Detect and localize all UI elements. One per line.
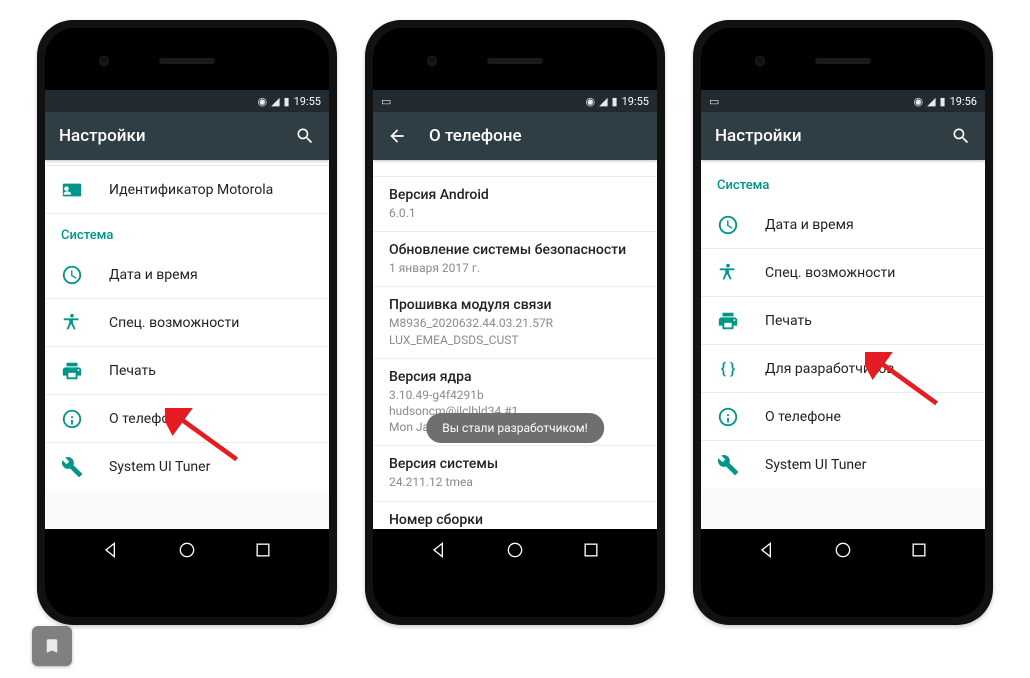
settings-item-accessibility[interactable]: Спец. возможности <box>45 299 329 347</box>
cellular-signal-icon: ◢ <box>927 96 935 107</box>
settings-item-label: Спец. возможности <box>109 315 239 331</box>
info-subtitle: M8936_2020632.44.03.21.57R LUX_EMEA_DSDS… <box>389 315 641 347</box>
battery-icon: ▮ <box>940 96 946 107</box>
info-title: Номер сборки <box>389 512 641 528</box>
wrench-icon <box>61 456 83 478</box>
section-header-system: Система <box>701 160 985 201</box>
about-item-build-number[interactable]: Номер сборки MPDS24.107-52-11 <box>373 502 657 530</box>
phone-mockup-1: ◉ ◢ ▮ 19:55 Настройки <box>37 20 337 625</box>
id-card-icon <box>61 179 83 201</box>
battery-icon: ▮ <box>284 96 290 107</box>
phone-mockup-2: ▭ ◉ ◢ ▮ 19:55 О телефоне <box>365 20 665 625</box>
about-item-system-version[interactable]: Версия системы 24.211.12 tmea <box>373 446 657 501</box>
bookmark-button[interactable] <box>32 626 72 666</box>
status-bar: ▭ ◉ ◢ ▮ 19:56 <box>701 90 985 112</box>
settings-item-label: О телефоне <box>765 409 841 425</box>
settings-item-label: Спец. возможности <box>765 265 895 281</box>
info-subtitle: 6.0.1 <box>389 205 641 221</box>
toolbar: О телефоне <box>373 112 657 160</box>
settings-item-label: Для разработчиков <box>765 361 894 377</box>
battery-icon: ▮ <box>612 96 618 107</box>
nav-home-icon[interactable] <box>832 539 854 561</box>
settings-item-system-ui-tuner[interactable]: System UI Tuner <box>701 441 985 489</box>
location-icon: ◉ <box>913 96 923 107</box>
settings-item-accessibility[interactable]: Спец. возможности <box>701 249 985 297</box>
section-header-system: Система <box>45 214 329 251</box>
info-title: Версия ядра <box>389 369 641 385</box>
phone-mockup-3: ▭ ◉ ◢ ▮ 19:56 Настройки <box>693 20 993 625</box>
nav-recent-icon[interactable] <box>580 539 602 561</box>
settings-item-developer-options[interactable]: { } Для разработчиков <box>701 345 985 393</box>
toolbar-title: О телефоне <box>429 126 643 146</box>
system-navbar <box>45 529 329 571</box>
nav-recent-icon[interactable] <box>252 539 274 561</box>
wrench-icon <box>717 454 739 476</box>
status-bar: ◉ ◢ ▮ 19:55 <box>45 90 329 112</box>
toast-message: Вы стали разработчиком! <box>426 413 604 443</box>
search-icon[interactable] <box>951 126 971 146</box>
settings-item-label: Печать <box>765 313 812 329</box>
settings-item-printing[interactable]: Печать <box>45 347 329 395</box>
settings-item-about-phone[interactable]: О телефоне <box>701 393 985 441</box>
search-icon[interactable] <box>295 126 315 146</box>
settings-item-motorola-id[interactable]: Идентификатор Motorola <box>45 166 329 214</box>
settings-item-printing[interactable]: Печать <box>701 297 985 345</box>
settings-item-system-ui-tuner[interactable]: System UI Tuner <box>45 443 329 491</box>
location-icon: ◉ <box>257 96 267 107</box>
settings-item-label: System UI Tuner <box>765 457 866 473</box>
toolbar: Настройки <box>701 112 985 160</box>
settings-item-label: Печать <box>109 363 156 379</box>
settings-item-label: Идентификатор Motorola <box>109 182 273 198</box>
printer-icon <box>61 360 83 382</box>
about-item-baseband[interactable]: Прошивка модуля связи M8936_2020632.44.0… <box>373 287 657 358</box>
accessibility-icon <box>717 262 739 284</box>
system-navbar <box>373 529 657 571</box>
status-time: 19:56 <box>950 95 977 108</box>
clock-icon <box>61 264 83 286</box>
nav-back-icon[interactable] <box>100 539 122 561</box>
info-title: Версия системы <box>389 456 641 472</box>
nav-recent-icon[interactable] <box>908 539 930 561</box>
back-arrow-icon[interactable] <box>387 126 407 146</box>
nav-back-icon[interactable] <box>428 539 450 561</box>
settings-item-label: О телефоне <box>109 411 185 427</box>
info-icon <box>61 408 83 430</box>
settings-item-datetime[interactable]: Дата и время <box>45 251 329 299</box>
toolbar: Настройки <box>45 112 329 160</box>
info-title: Обновление системы безопасности <box>389 242 641 258</box>
settings-item-datetime[interactable]: Дата и время <box>701 201 985 249</box>
about-item-security-update[interactable]: Обновление системы безопасности 1 января… <box>373 232 657 287</box>
info-title: Прошивка модуля связи <box>389 297 641 313</box>
accessibility-icon <box>61 312 83 334</box>
about-item-partial[interactable] <box>373 160 657 177</box>
settings-item-label: Дата и время <box>109 267 198 283</box>
status-time: 19:55 <box>294 95 321 108</box>
screenshot-indicator-icon: ▭ <box>381 96 391 107</box>
cellular-signal-icon: ◢ <box>271 96 279 107</box>
settings-item-label: System UI Tuner <box>109 459 210 475</box>
status-bar: ▭ ◉ ◢ ▮ 19:55 <box>373 90 657 112</box>
settings-item-label: Дата и время <box>765 217 854 233</box>
toolbar-title: Настройки <box>59 126 273 146</box>
info-subtitle: 24.211.12 tmea <box>389 474 641 490</box>
system-navbar <box>701 529 985 571</box>
nav-home-icon[interactable] <box>504 539 526 561</box>
screenshot-indicator-icon: ▭ <box>709 96 719 107</box>
nav-home-icon[interactable] <box>176 539 198 561</box>
info-title: Версия Android <box>389 187 641 203</box>
nav-back-icon[interactable] <box>756 539 778 561</box>
info-icon <box>717 406 739 428</box>
printer-icon <box>717 310 739 332</box>
clock-icon <box>717 214 739 236</box>
cellular-signal-icon: ◢ <box>599 96 607 107</box>
about-item-android-version[interactable]: Версия Android 6.0.1 <box>373 177 657 232</box>
status-time: 19:55 <box>622 95 649 108</box>
braces-icon: { } <box>717 358 739 380</box>
settings-item-about-phone[interactable]: О телефоне <box>45 395 329 443</box>
info-subtitle: 1 января 2017 г. <box>389 260 641 276</box>
toolbar-title: Настройки <box>715 126 929 146</box>
location-icon: ◉ <box>585 96 595 107</box>
